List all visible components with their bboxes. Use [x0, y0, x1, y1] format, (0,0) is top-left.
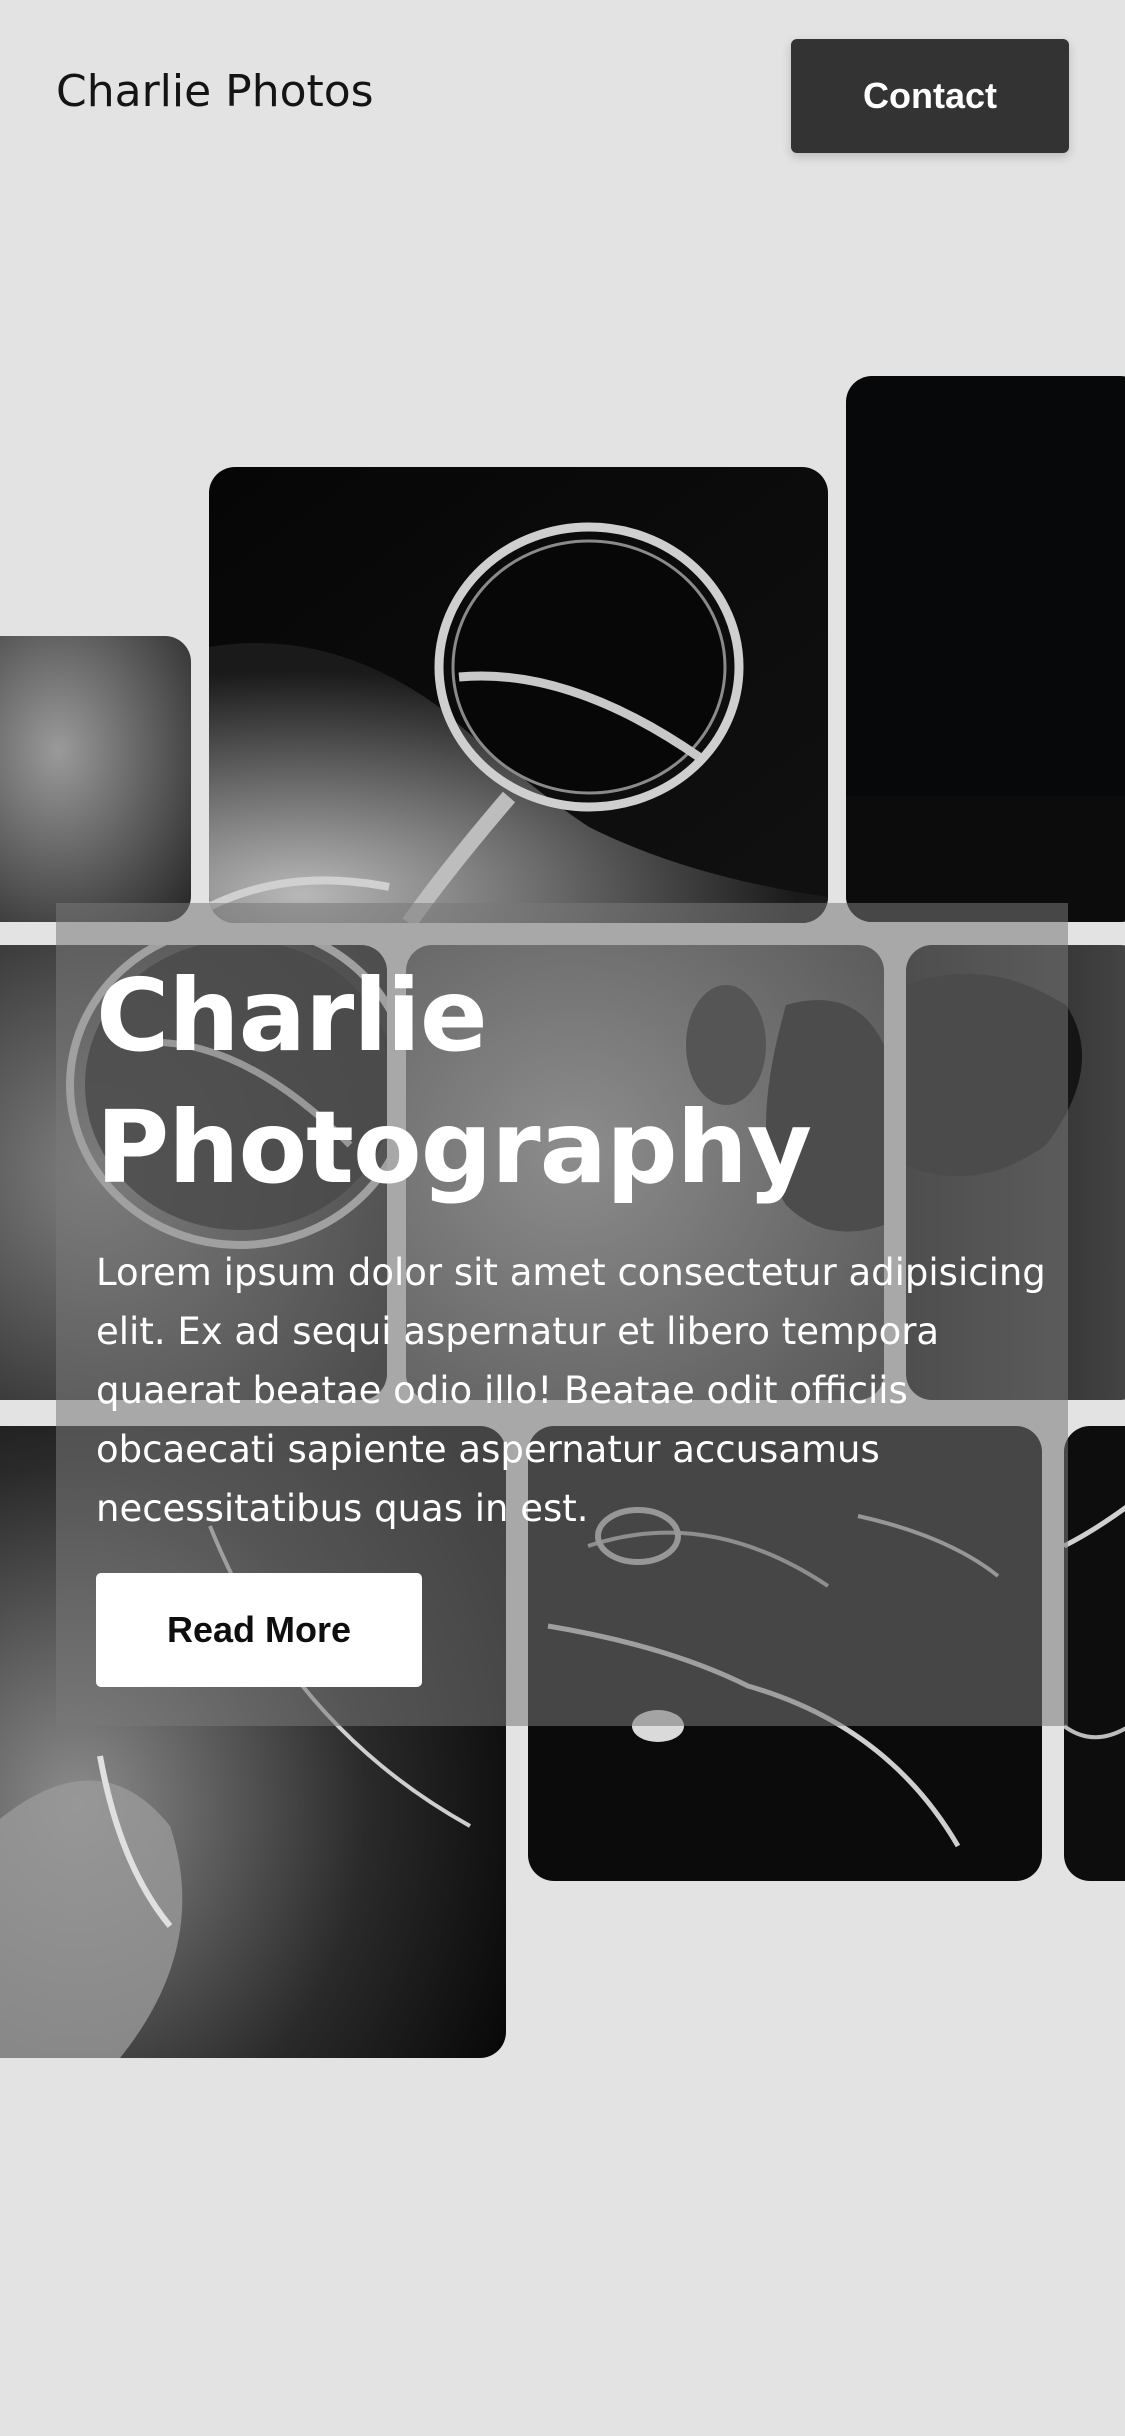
- gallery-photo-left: [0, 636, 191, 922]
- gallery-photo-bottom-right: [1064, 1426, 1125, 1881]
- hero-title-line1: Charlie: [96, 957, 488, 1074]
- brand-name[interactable]: Charlie Photos: [56, 66, 374, 119]
- hero-description: Lorem ipsum dolor sit amet consectetur a…: [96, 1251, 1046, 1530]
- gallery-photo-dark: [846, 376, 1125, 922]
- contact-button[interactable]: Contact: [791, 39, 1069, 153]
- hero-title: Charlie Photography: [96, 950, 1036, 1214]
- gallery-photo-glasses: [209, 467, 828, 923]
- read-more-button[interactable]: Read More: [96, 1573, 422, 1687]
- hero-title-line2: Photography: [96, 1089, 812, 1206]
